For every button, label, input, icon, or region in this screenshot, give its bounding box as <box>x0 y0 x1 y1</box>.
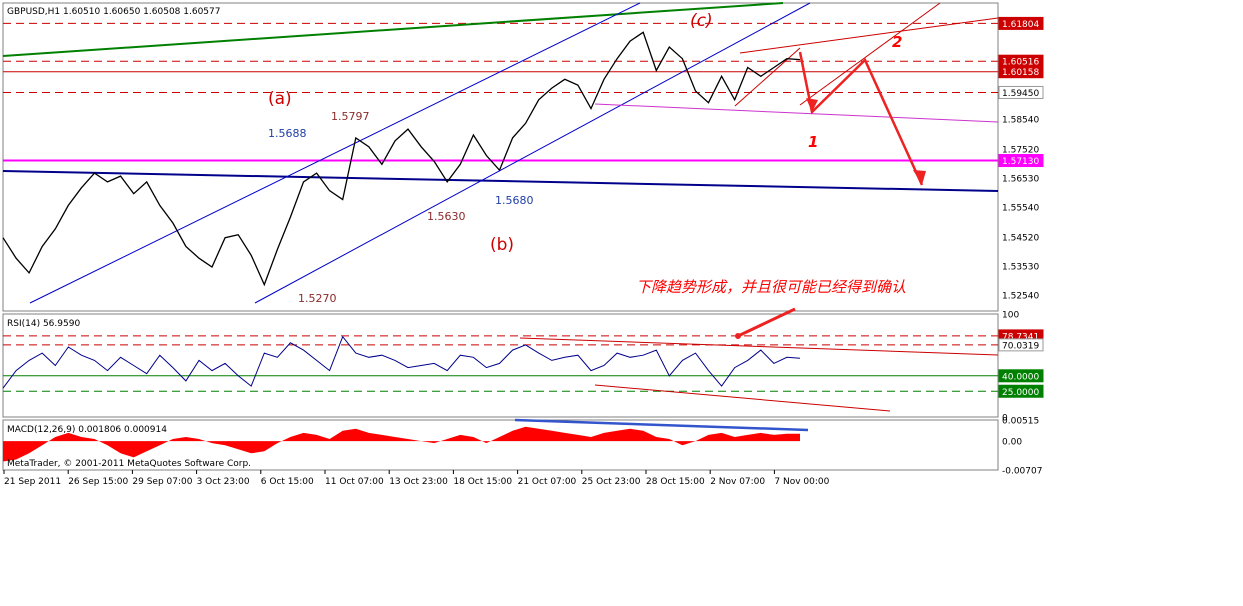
rsi-tick-label: 25.0000 <box>1002 388 1039 398</box>
price-note-1-5630: 1.5630 <box>427 210 466 223</box>
x-tick-label: 25 Oct 23:00 <box>582 477 641 487</box>
price-note-1-5688: 1.5688 <box>268 127 307 140</box>
chart-root: 1.61804 1.60516 1.60158 1.59450 1.58540 1.575… <box>0 0 1243 602</box>
price-tick-label: 1.59450 <box>1002 89 1039 99</box>
x-tick-label: 7 Nov 00:00 <box>774 477 829 487</box>
macd-tick-label: 0.00 <box>1002 438 1022 448</box>
price-note-1-5797: 1.5797 <box>331 110 370 123</box>
x-tick-label: 18 Oct 15:00 <box>453 477 512 487</box>
x-tick-label: 21 Sep 2011 <box>4 477 61 487</box>
x-tick-label: 21 Oct 07:00 <box>518 477 577 487</box>
chart-svg: 1.618041.605161.601581.594501.585401.575… <box>2 2 1044 487</box>
price-tick-label: 1.61804 <box>1002 20 1039 30</box>
x-tick-label: 29 Sep 07:00 <box>132 477 192 487</box>
price-tick-label: 1.55540 <box>1002 204 1039 214</box>
wave-label-c: (c) <box>690 11 713 31</box>
macd-tick-label: 0.00515 <box>1002 417 1039 427</box>
macd-title: MACD(12,26,9) 0.001806 0.000914 <box>7 425 167 435</box>
price-tick-label: 1.60158 <box>1002 68 1039 78</box>
rsi-tick-label: 70.0319 <box>1002 341 1039 351</box>
copyright-text: MetaTrader, © 2001-2011 MetaQuotes Softw… <box>7 459 251 469</box>
x-tick-label: 6 Oct 15:00 <box>261 477 314 487</box>
price-tick-label: 1.58540 <box>1002 116 1039 126</box>
wave-label-b: (b) <box>490 235 514 255</box>
x-tick-label: 26 Sep 15:00 <box>68 477 128 487</box>
rsi-title: RSI(14) 56.9590 <box>7 319 80 329</box>
x-tick-label: 13 Oct 23:00 <box>389 477 448 487</box>
price-note-1-5680: 1.5680 <box>495 194 534 207</box>
price-tick-label: 1.57130 <box>1002 157 1039 167</box>
price-tick-label: 1.54520 <box>1002 234 1039 244</box>
price-title: GBPUSD,H1 1.60510 1.60650 1.60508 1.6057… <box>7 7 220 17</box>
comment-pointer-dot <box>735 333 741 339</box>
price-note-1-5270: 1.5270 <box>298 292 337 305</box>
x-tick-label: 11 Oct 07:00 <box>325 477 384 487</box>
forecast-label-1: 1 <box>808 133 818 151</box>
x-tick-label: 2 Nov 07:00 <box>710 477 765 487</box>
price-tick-label: 1.53530 <box>1002 263 1039 273</box>
x-tick-label: 3 Oct 23:00 <box>197 477 250 487</box>
forecast-label-2: 2 <box>892 33 902 51</box>
price-panel-frame <box>2 2 999 312</box>
rsi-tick-label: 100 <box>1002 311 1019 321</box>
price-tick-label: 1.52540 <box>1002 292 1039 302</box>
wave-label-a: (a) <box>268 89 292 109</box>
rsi-tick-label: 40.0000 <box>1002 372 1039 382</box>
macd-tick-label: -0.00707 <box>1002 467 1042 477</box>
x-tick-label: 28 Oct 15:00 <box>646 477 705 487</box>
trend-comment: 下降趋势形成，并且很可能已经得到确认 <box>636 278 906 296</box>
price-tick-label: 1.56530 <box>1002 175 1039 185</box>
